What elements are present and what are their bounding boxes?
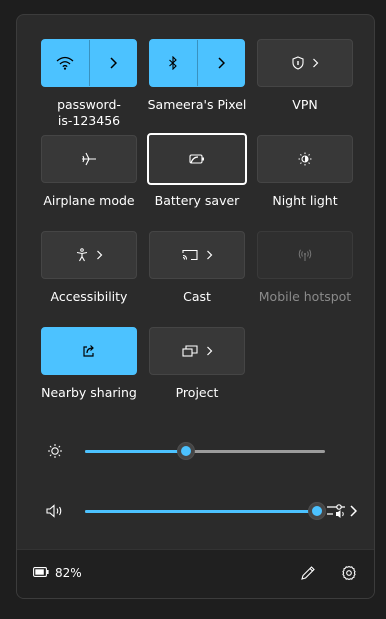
battery-saver-tile[interactable] bbox=[147, 133, 247, 185]
airplane-icon bbox=[81, 152, 97, 166]
cast-icon bbox=[181, 249, 198, 261]
battery-saver-label: Battery saver bbox=[154, 193, 240, 208]
vpn-tile[interactable] bbox=[257, 39, 353, 87]
night-light-label: Night light bbox=[272, 193, 338, 208]
chevron-right-icon bbox=[312, 58, 319, 68]
chevron-right-icon bbox=[96, 250, 103, 260]
airplane-mode-tile[interactable] bbox=[41, 135, 137, 183]
hotspot-icon bbox=[298, 248, 312, 262]
brightness-icon bbox=[45, 441, 65, 461]
nearby-sharing-tile[interactable] bbox=[41, 327, 137, 375]
audio-output-icon[interactable] bbox=[325, 502, 358, 524]
bluetooth-label: Sameera's Pixel bbox=[147, 97, 247, 112]
project-label: Project bbox=[175, 385, 219, 400]
vpn-label: VPN bbox=[292, 97, 318, 112]
cast-label: Cast bbox=[183, 289, 211, 304]
shield-icon bbox=[291, 56, 304, 70]
wifi-tile[interactable] bbox=[41, 39, 137, 87]
accessibility-icon bbox=[76, 248, 88, 262]
battery-saver-icon bbox=[188, 153, 206, 165]
pencil-icon[interactable] bbox=[300, 565, 316, 585]
brightness-slider-row bbox=[45, 441, 345, 461]
wifi-icon bbox=[56, 56, 74, 70]
chevron-right-icon bbox=[217, 57, 225, 69]
wifi-expand-button[interactable] bbox=[89, 40, 136, 86]
airplane-mode-label: Airplane mode bbox=[43, 193, 135, 208]
battery-status[interactable]: 82% bbox=[33, 566, 82, 580]
volume-fill bbox=[85, 510, 317, 513]
chevron-right-icon bbox=[206, 346, 213, 356]
accessibility-tile[interactable] bbox=[41, 231, 137, 279]
wifi-label-line2: is-123456 bbox=[57, 113, 121, 128]
bluetooth-expand-button[interactable] bbox=[197, 40, 244, 86]
battery-percentage: 82% bbox=[55, 566, 82, 580]
wifi-label: password- is-123456 bbox=[29, 97, 149, 129]
bluetooth-icon bbox=[168, 56, 178, 70]
chevron-right-icon bbox=[206, 250, 213, 260]
quick-settings-panel: password- is-123456 Sameera's Pixel VPN bbox=[16, 14, 375, 599]
brightness-fill bbox=[85, 450, 186, 453]
gear-icon[interactable] bbox=[341, 565, 357, 585]
nearby-sharing-label: Nearby sharing bbox=[41, 385, 137, 400]
bluetooth-tile[interactable] bbox=[149, 39, 245, 87]
share-icon bbox=[82, 344, 96, 358]
night-light-tile[interactable] bbox=[257, 135, 353, 183]
bluetooth-toggle[interactable] bbox=[150, 40, 197, 86]
mobile-hotspot-label: Mobile hotspot bbox=[258, 289, 352, 304]
mobile-hotspot-tile[interactable] bbox=[257, 231, 353, 279]
cast-tile[interactable] bbox=[149, 231, 245, 279]
volume-slider-row bbox=[45, 501, 345, 521]
wifi-label-line1: password- bbox=[57, 97, 121, 112]
night-light-icon bbox=[298, 152, 312, 166]
footer-bar: 82% bbox=[17, 549, 374, 598]
volume-icon[interactable] bbox=[45, 501, 65, 521]
project-tile[interactable] bbox=[149, 327, 245, 375]
wifi-toggle[interactable] bbox=[42, 40, 89, 86]
battery-icon bbox=[33, 566, 49, 580]
project-icon bbox=[181, 345, 198, 357]
brightness-thumb[interactable] bbox=[177, 442, 195, 460]
volume-thumb[interactable] bbox=[308, 502, 326, 520]
accessibility-label: Accessibility bbox=[50, 289, 128, 304]
chevron-right-icon bbox=[109, 57, 117, 69]
